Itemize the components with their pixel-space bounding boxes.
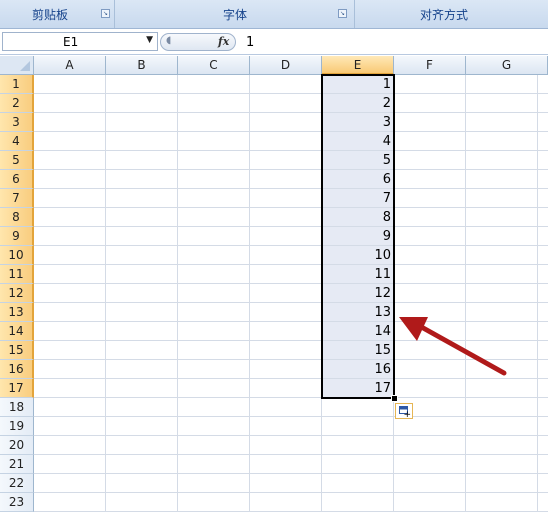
annotation-arrow <box>399 317 507 376</box>
arrow-shaft <box>413 321 507 376</box>
